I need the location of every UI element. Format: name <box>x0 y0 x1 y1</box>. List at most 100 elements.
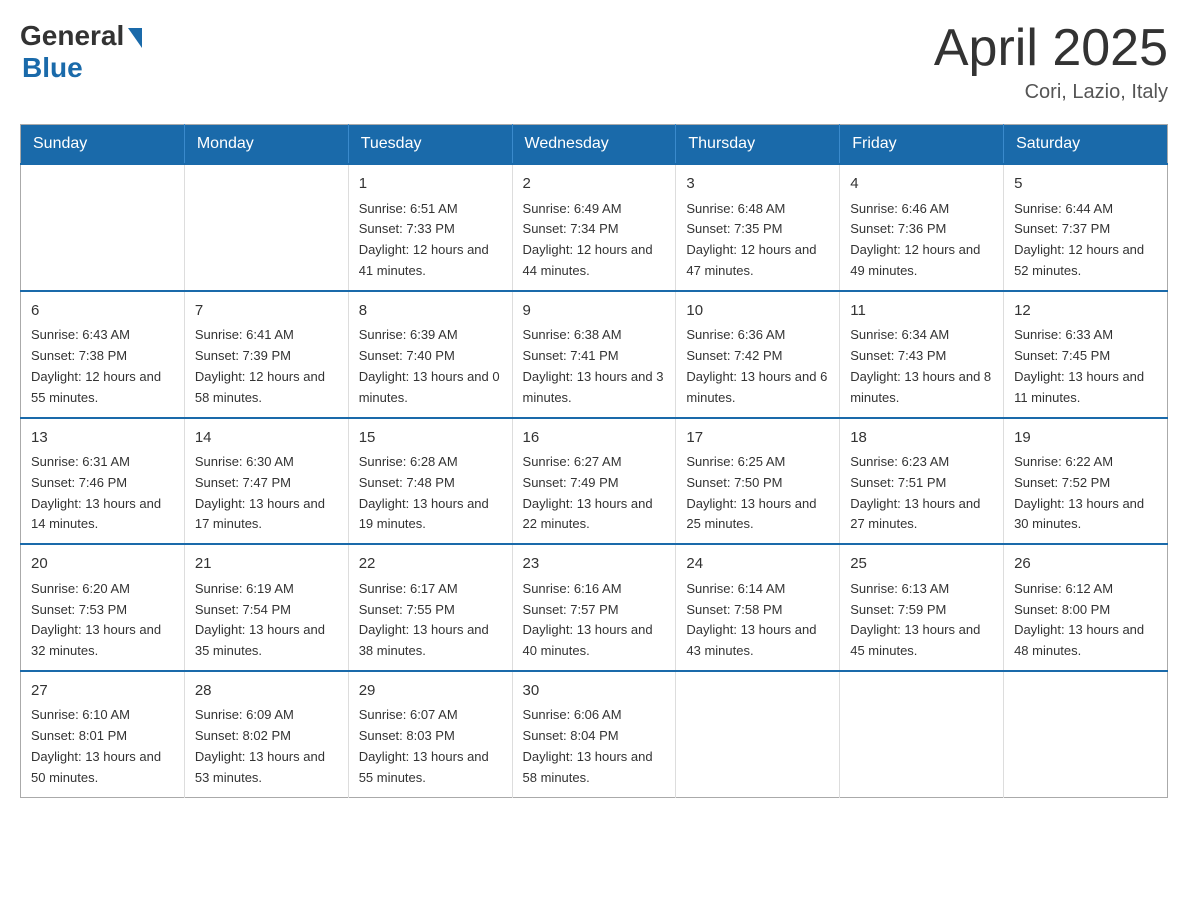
month-title: April 2025 <box>934 20 1168 77</box>
day-info: Sunrise: 6:20 AMSunset: 7:53 PMDaylight:… <box>31 579 174 662</box>
calendar-day-20: 20 Sunrise: 6:20 AMSunset: 7:53 PMDayligh… <box>21 544 185 671</box>
header-day-monday: Monday <box>184 125 348 165</box>
day-info: Sunrise: 6:17 AMSunset: 7:55 PMDaylight:… <box>359 579 502 662</box>
day-info: Sunrise: 6:31 AMSunset: 7:46 PMDaylight:… <box>31 452 174 535</box>
header-day-sunday: Sunday <box>21 125 185 165</box>
calendar-day-13: 13Sunrise: 6:31 AMSunset: 7:46 PMDayligh… <box>21 418 185 545</box>
day-number: 22 <box>359 553 502 576</box>
day-number: 19 <box>1014 427 1157 450</box>
day-info: Sunrise: 6:27 AMSunset: 7:49 PMDaylight:… <box>523 452 666 535</box>
logo-general-text: General <box>20 20 124 52</box>
day-number: 12 <box>1014 300 1157 323</box>
calendar-day-11: 11Sunrise: 6:34 AMSunset: 7:43 PMDayligh… <box>840 291 1004 418</box>
calendar-day-21: 21 Sunrise: 6:19 AMSunset: 7:54 PMDayligh… <box>184 544 348 671</box>
day-number: 1 <box>359 173 502 196</box>
day-info: Sunrise: 6:19 AMSunset: 7:54 PMDaylight:… <box>195 579 338 662</box>
day-info: Sunrise: 6:49 AMSunset: 7:34 PMDaylight:… <box>523 199 666 282</box>
calendar-day-30: 30Sunrise: 6:06 AMSunset: 8:04 PMDayligh… <box>512 671 676 797</box>
day-info: Sunrise: 6:22 AMSunset: 7:52 PMDaylight:… <box>1014 452 1157 535</box>
day-number: 10 <box>686 300 829 323</box>
day-info: Sunrise: 6:51 AMSunset: 7:33 PMDaylight:… <box>359 199 502 282</box>
calendar-day-16: 16Sunrise: 6:27 AMSunset: 7:49 PMDayligh… <box>512 418 676 545</box>
day-info: Sunrise: 6:36 AMSunset: 7:42 PMDaylight:… <box>686 325 829 408</box>
calendar-day-5: 5 Sunrise: 6:44 AMSunset: 7:37 PMDaylight… <box>1004 164 1168 291</box>
calendar-day-6: 6Sunrise: 6:43 AMSunset: 7:38 PMDaylight… <box>21 291 185 418</box>
day-number: 8 <box>359 300 502 323</box>
day-number: 16 <box>523 427 666 450</box>
calendar-day-18: 18Sunrise: 6:23 AMSunset: 7:51 PMDayligh… <box>840 418 1004 545</box>
logo-blue-text: Blue <box>22 52 83 84</box>
day-number: 20 <box>31 553 174 576</box>
calendar-day-17: 17Sunrise: 6:25 AMSunset: 7:50 PMDayligh… <box>676 418 840 545</box>
calendar-day-25: 25Sunrise: 6:13 AMSunset: 7:59 PMDayligh… <box>840 544 1004 671</box>
day-number: 23 <box>523 553 666 576</box>
calendar-day-4: 4 Sunrise: 6:46 AMSunset: 7:36 PMDaylight… <box>840 164 1004 291</box>
day-number: 29 <box>359 680 502 703</box>
day-info: Sunrise: 6:25 AMSunset: 7:50 PMDaylight:… <box>686 452 829 535</box>
empty-cell <box>21 164 185 291</box>
day-info: Sunrise: 6:46 AMSunset: 7:36 PMDaylight:… <box>850 199 993 282</box>
location-title: Cori, Lazio, Italy <box>934 81 1168 104</box>
day-number: 5 <box>1014 173 1157 196</box>
day-info: Sunrise: 6:38 AMSunset: 7:41 PMDaylight:… <box>523 325 666 408</box>
day-number: 18 <box>850 427 993 450</box>
day-number: 6 <box>31 300 174 323</box>
day-info: Sunrise: 6:23 AMSunset: 7:51 PMDaylight:… <box>850 452 993 535</box>
day-info: Sunrise: 6:48 AMSunset: 7:35 PMDaylight:… <box>686 199 829 282</box>
day-number: 3 <box>686 173 829 196</box>
calendar-day-8: 8Sunrise: 6:39 AMSunset: 7:40 PMDaylight… <box>348 291 512 418</box>
calendar-day-23: 23 Sunrise: 6:16 AMSunset: 7:57 PMDayligh… <box>512 544 676 671</box>
day-info: Sunrise: 6:07 AMSunset: 8:03 PMDaylight:… <box>359 705 502 788</box>
day-info: Sunrise: 6:44 AMSunset: 7:37 PMDaylight:… <box>1014 199 1157 282</box>
day-info: Sunrise: 6:28 AMSunset: 7:48 PMDaylight:… <box>359 452 502 535</box>
empty-cell <box>1004 671 1168 797</box>
day-number: 14 <box>195 427 338 450</box>
calendar-table: SundayMondayTuesdayWednesdayThursdayFrid… <box>20 124 1168 797</box>
day-number: 7 <box>195 300 338 323</box>
calendar-day-29: 29Sunrise: 6:07 AMSunset: 8:03 PMDayligh… <box>348 671 512 797</box>
day-number: 9 <box>523 300 666 323</box>
header-day-saturday: Saturday <box>1004 125 1168 165</box>
day-info: Sunrise: 6:12 AMSunset: 8:00 PMDaylight:… <box>1014 579 1157 662</box>
day-info: Sunrise: 6:43 AMSunset: 7:38 PMDaylight:… <box>31 325 174 408</box>
calendar-week-5: 27Sunrise: 6:10 AMSunset: 8:01 PMDayligh… <box>21 671 1168 797</box>
day-info: Sunrise: 6:14 AMSunset: 7:58 PMDaylight:… <box>686 579 829 662</box>
calendar-day-27: 27Sunrise: 6:10 AMSunset: 8:01 PMDayligh… <box>21 671 185 797</box>
calendar-day-28: 28Sunrise: 6:09 AMSunset: 8:02 PMDayligh… <box>184 671 348 797</box>
calendar-day-26: 26 Sunrise: 6:12 AMSunset: 8:00 PMDayligh… <box>1004 544 1168 671</box>
day-number: 26 <box>1014 553 1157 576</box>
calendar-day-15: 15Sunrise: 6:28 AMSunset: 7:48 PMDayligh… <box>348 418 512 545</box>
calendar-week-2: 6Sunrise: 6:43 AMSunset: 7:38 PMDaylight… <box>21 291 1168 418</box>
header-day-friday: Friday <box>840 125 1004 165</box>
day-info: Sunrise: 6:34 AMSunset: 7:43 PMDaylight:… <box>850 325 993 408</box>
calendar-week-4: 20 Sunrise: 6:20 AMSunset: 7:53 PMDayligh… <box>21 544 1168 671</box>
day-number: 28 <box>195 680 338 703</box>
day-number: 27 <box>31 680 174 703</box>
day-number: 21 <box>195 553 338 576</box>
page-header: General Blue April 2025 Cori, Lazio, Ita… <box>20 20 1168 104</box>
day-number: 25 <box>850 553 993 576</box>
day-info: Sunrise: 6:41 AMSunset: 7:39 PMDaylight:… <box>195 325 338 408</box>
title-block: April 2025 Cori, Lazio, Italy <box>934 20 1168 104</box>
calendar-day-19: 19Sunrise: 6:22 AMSunset: 7:52 PMDayligh… <box>1004 418 1168 545</box>
day-info: Sunrise: 6:16 AMSunset: 7:57 PMDaylight:… <box>523 579 666 662</box>
logo: General Blue <box>20 20 142 84</box>
day-number: 15 <box>359 427 502 450</box>
calendar-day-9: 9Sunrise: 6:38 AMSunset: 7:41 PMDaylight… <box>512 291 676 418</box>
day-info: Sunrise: 6:06 AMSunset: 8:04 PMDaylight:… <box>523 705 666 788</box>
day-number: 30 <box>523 680 666 703</box>
calendar-day-1: 1 Sunrise: 6:51 AMSunset: 7:33 PMDaylight… <box>348 164 512 291</box>
day-number: 2 <box>523 173 666 196</box>
logo-arrow-icon <box>128 28 142 48</box>
empty-cell <box>676 671 840 797</box>
day-info: Sunrise: 6:33 AMSunset: 7:45 PMDaylight:… <box>1014 325 1157 408</box>
header-day-thursday: Thursday <box>676 125 840 165</box>
day-info: Sunrise: 6:39 AMSunset: 7:40 PMDaylight:… <box>359 325 502 408</box>
calendar-day-24: 24 Sunrise: 6:14 AMSunset: 7:58 PMDayligh… <box>676 544 840 671</box>
calendar-day-3: 3 Sunrise: 6:48 AMSunset: 7:35 PMDaylight… <box>676 164 840 291</box>
calendar-day-2: 2 Sunrise: 6:49 AMSunset: 7:34 PMDaylight… <box>512 164 676 291</box>
day-number: 24 <box>686 553 829 576</box>
day-number: 11 <box>850 300 993 323</box>
calendar-day-12: 12Sunrise: 6:33 AMSunset: 7:45 PMDayligh… <box>1004 291 1168 418</box>
day-number: 4 <box>850 173 993 196</box>
